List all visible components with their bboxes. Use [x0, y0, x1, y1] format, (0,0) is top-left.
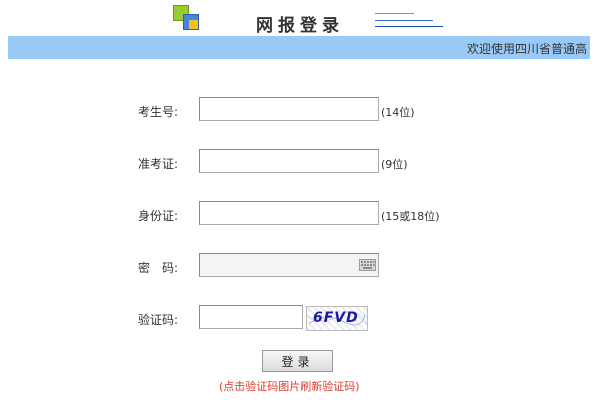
keyboard-icon[interactable]: [359, 259, 376, 271]
captcha-input[interactable]: [199, 305, 303, 329]
ticket-no-label: 准考证:: [138, 157, 179, 171]
candidate-no-input[interactable]: [199, 97, 379, 121]
ticket-no-hint: (9位): [381, 158, 408, 171]
id-card-hint: (15或18位): [381, 210, 440, 223]
password-input[interactable]: [199, 253, 379, 277]
header: 网报登录: [0, 0, 599, 36]
id-card-label: 身份证:: [138, 209, 179, 223]
login-button[interactable]: 登录: [262, 350, 333, 372]
ticket-no-input[interactable]: [199, 149, 379, 173]
captcha-text: 6FVD: [313, 310, 359, 326]
id-card-input[interactable]: [199, 201, 379, 225]
captcha-image[interactable]: 6FVD: [306, 306, 368, 331]
decorative-line: [375, 13, 414, 14]
decorative-line: [375, 26, 443, 27]
logo-icon: [173, 5, 203, 33]
decorative-line: [375, 20, 433, 21]
candidate-no-label: 考生号:: [138, 105, 179, 119]
captcha-refresh-hint: (点击验证码图片刷新验证码): [219, 380, 360, 393]
welcome-banner: 欢迎使用四川省普通高: [8, 36, 590, 59]
welcome-marquee: 欢迎使用四川省普通高: [467, 42, 588, 56]
page-title: 网报登录: [256, 16, 344, 36]
candidate-no-hint: (14位): [381, 106, 415, 119]
captcha-label: 验证码:: [138, 313, 179, 327]
password-label: 密 码:: [138, 261, 179, 275]
